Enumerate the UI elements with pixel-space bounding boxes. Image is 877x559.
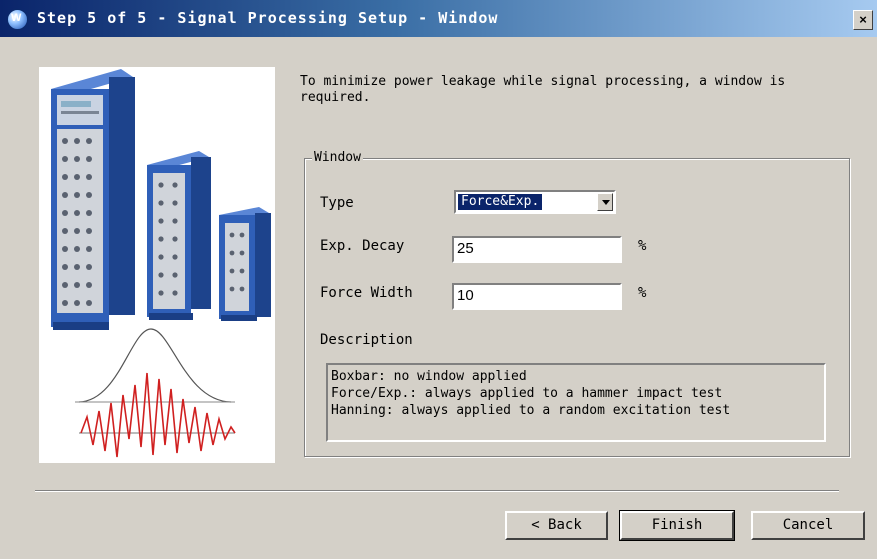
close-icon[interactable]: × [853, 10, 873, 30]
app-globe-icon: W [7, 9, 28, 30]
exp-decay-label: Exp. Decay [320, 238, 405, 254]
cancel-button[interactable]: Cancel [751, 511, 865, 540]
type-label: Type [320, 195, 354, 211]
window-type-selected-value: Force&Exp. [456, 193, 544, 211]
exp-decay-unit: % [638, 238, 647, 254]
window-title: Step 5 of 5 - Signal Processing Setup - … [37, 9, 499, 27]
back-button[interactable]: < Back [505, 511, 608, 540]
description-box: Boxbar: no window applied Force/Exp.: al… [326, 363, 826, 442]
chevron-down-icon[interactable] [597, 193, 613, 211]
description-label: Description [320, 332, 413, 348]
hardware-illustration [39, 67, 275, 463]
description-line-hanning: Hanning: always applied to a random exci… [331, 403, 731, 418]
button-separator [35, 490, 839, 492]
force-width-unit: % [638, 285, 647, 301]
force-width-label: Force Width [320, 285, 413, 301]
window-type-select[interactable]: Force&Exp. [454, 190, 616, 214]
exp-decay-input[interactable]: 25 [452, 236, 622, 263]
daq-unit-large [51, 69, 135, 330]
force-width-input[interactable]: 10 [452, 283, 622, 310]
intro-text: To minimize power leakage while signal p… [300, 74, 786, 105]
window-group-legend: Window [312, 150, 363, 165]
finish-button[interactable]: Finish [619, 510, 735, 541]
window-waveform-graphic [75, 328, 236, 458]
title-bar: W Step 5 of 5 - Signal Processing Setup … [0, 0, 877, 37]
daq-unit-small [219, 207, 271, 321]
description-line-boxbar: Boxbar: no window applied [331, 369, 527, 384]
daq-unit-medium [147, 151, 211, 320]
description-line-force-exp: Force/Exp.: always applied to a hammer i… [331, 386, 723, 401]
